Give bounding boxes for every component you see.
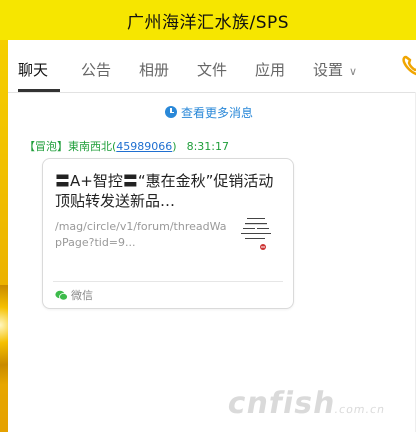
card-source-label: 微信 bbox=[71, 289, 93, 302]
message-sender-line: 【冒泡】東南西北(45989066) 8:31:17 bbox=[24, 140, 229, 153]
message-time: 8:31:17 bbox=[186, 140, 229, 153]
card-url: /mag/circle/v1/forum/threadWapPage?tid=9… bbox=[55, 220, 227, 249]
window-title: 广州海洋汇水族/SPS bbox=[126, 12, 290, 33]
phone-icon[interactable] bbox=[402, 54, 416, 76]
active-tab-indicator bbox=[18, 89, 60, 92]
clock-icon bbox=[165, 106, 177, 118]
watermark-text: cnfish bbox=[224, 386, 339, 421]
tab-album[interactable]: 相册 bbox=[139, 59, 169, 87]
card-divider bbox=[53, 281, 283, 282]
tab-announcements[interactable]: 公告 bbox=[81, 59, 111, 87]
tab-files[interactable]: 文件 bbox=[197, 59, 227, 87]
view-more-messages-label: 查看更多消息 bbox=[181, 105, 254, 120]
sender-tag: 【冒泡】 bbox=[24, 140, 68, 153]
tab-apps[interactable]: 应用 bbox=[255, 59, 285, 87]
card-thumbnail bbox=[237, 214, 277, 256]
chat-panel: 聊天 公告 相册 文件 应用 设置 ∨ 查看更多消息 【冒泡】東南西北(45989… bbox=[8, 40, 416, 432]
card-source: 微信 bbox=[55, 287, 93, 303]
view-more-messages-link[interactable]: 查看更多消息 bbox=[165, 104, 253, 120]
sender-name[interactable]: 東南西北 bbox=[68, 140, 112, 153]
tab-bar: 聊天 公告 相册 文件 应用 设置 ∨ bbox=[8, 40, 416, 93]
chevron-down-icon: ∨ bbox=[349, 65, 358, 78]
shared-link-card[interactable]: 〓A+智控〓“惠在金秋”促销活动顶贴转发送新品… /mag/circle/v1/… bbox=[42, 158, 294, 309]
sender-id-link[interactable]: 45989066 bbox=[116, 140, 172, 153]
title-bar: 广州海洋汇水族/SPS bbox=[0, 0, 416, 40]
tab-settings[interactable]: 设置 ∨ bbox=[313, 59, 357, 87]
tab-settings-label: 设置 bbox=[313, 61, 344, 79]
wechat-icon bbox=[55, 290, 68, 301]
tab-chat[interactable]: 聊天 bbox=[18, 59, 48, 87]
card-title: 〓A+智控〓“惠在金秋”促销活动顶贴转发送新品… bbox=[55, 172, 274, 210]
site-watermark: cnfish.com.cn bbox=[225, 386, 389, 421]
watermark-suffix: .com.cn bbox=[333, 403, 387, 416]
